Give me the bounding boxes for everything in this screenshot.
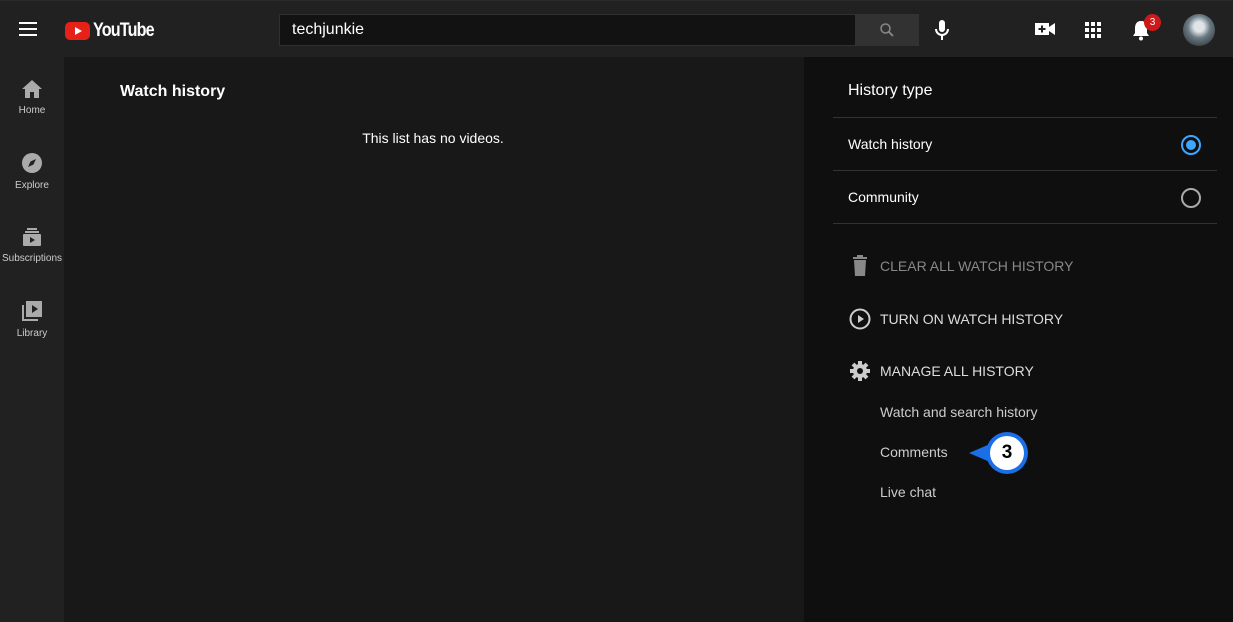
avatar[interactable] bbox=[1183, 14, 1215, 46]
step-callout: 3 bbox=[966, 432, 1032, 483]
step-number: 3 bbox=[1001, 442, 1013, 463]
create-video-icon[interactable] bbox=[1034, 20, 1056, 38]
empty-message: This list has no videos. bbox=[362, 130, 504, 146]
option-watch-history[interactable]: Watch history bbox=[833, 117, 1217, 170]
subscriptions-icon bbox=[23, 228, 41, 246]
turn-on-watch-history-button[interactable]: TURN ON WATCH HISTORY bbox=[848, 307, 1063, 331]
page-title: Watch history bbox=[120, 83, 226, 100]
option-community[interactable]: Community bbox=[833, 170, 1217, 224]
search-input[interactable]: techjunkie bbox=[279, 14, 855, 46]
top-bar: YouTube techjunkie 3 bbox=[0, 0, 1233, 57]
microphone-icon[interactable] bbox=[932, 18, 952, 42]
history-type-title: History type bbox=[848, 82, 933, 99]
library-icon bbox=[22, 301, 42, 321]
apps-grid-icon[interactable] bbox=[1085, 22, 1101, 38]
manage-all-history-button[interactable]: MANAGE ALL HISTORY bbox=[848, 359, 1034, 383]
radio-community[interactable] bbox=[1181, 188, 1201, 208]
sidebar-item-library[interactable]: Library bbox=[0, 300, 64, 339]
home-icon bbox=[22, 80, 42, 98]
radio-watch-history[interactable] bbox=[1181, 135, 1201, 155]
sidebar-item-explore[interactable]: Explore bbox=[0, 152, 64, 191]
menu-icon[interactable] bbox=[19, 22, 37, 36]
gear-icon bbox=[850, 361, 870, 381]
youtube-logo[interactable]: YouTube bbox=[65, 20, 164, 42]
link-comments[interactable]: Comments bbox=[880, 444, 948, 460]
play-logo-icon bbox=[65, 22, 90, 40]
play-circle-icon bbox=[849, 308, 871, 330]
notification-badge: 3 bbox=[1144, 14, 1161, 31]
clear-all-watch-history-button[interactable]: CLEAR ALL WATCH HISTORY bbox=[848, 255, 1073, 277]
history-panel: History type Watch history Community CLE… bbox=[804, 57, 1233, 622]
compass-icon bbox=[22, 153, 42, 173]
sidebar-item-home[interactable]: Home bbox=[0, 79, 64, 116]
link-live-chat[interactable]: Live chat bbox=[880, 484, 936, 500]
search-icon bbox=[880, 23, 894, 37]
link-watch-search-history[interactable]: Watch and search history bbox=[880, 404, 1037, 420]
trash-icon bbox=[853, 255, 867, 276]
search-button[interactable] bbox=[855, 14, 919, 46]
sidebar-item-subscriptions[interactable]: Subscriptions bbox=[0, 227, 64, 264]
